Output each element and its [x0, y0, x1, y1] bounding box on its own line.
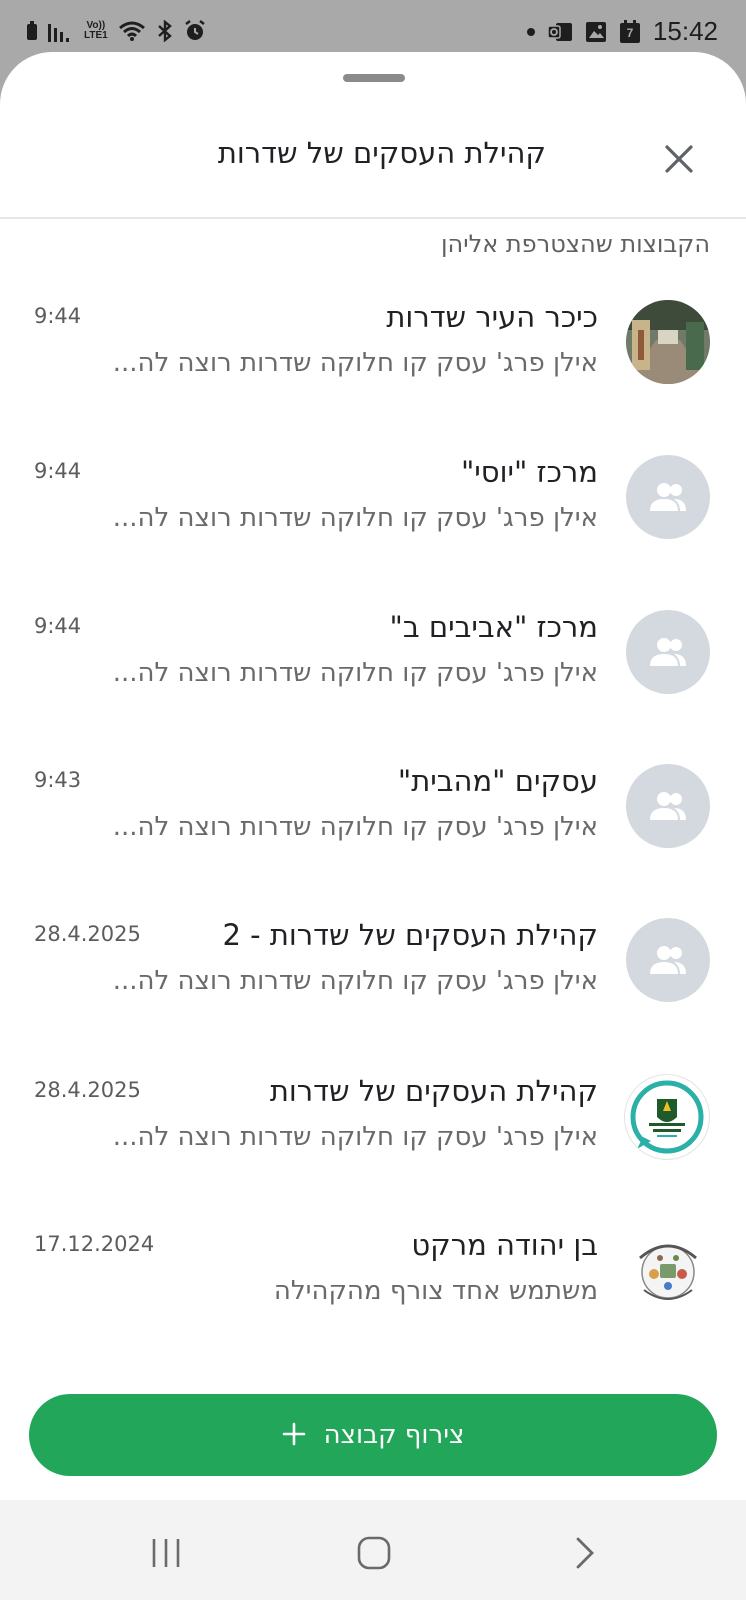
message-time: 28.4.2025: [34, 922, 141, 946]
message-time: 9:44: [34, 459, 82, 483]
system-navigation-bar: [0, 1500, 746, 1600]
list-item[interactable]: בן יהודה מרקט משתמש אחד צורף מהקהילה 17.…: [0, 1220, 746, 1350]
alarm-icon: [184, 20, 206, 42]
outlook-icon: [547, 21, 573, 43]
last-message-preview: אילן פרג' עסק קו חלוקה שדרות רוצה לה...: [112, 1122, 598, 1152]
add-group-label: צירוף קבוצה: [323, 1420, 465, 1450]
last-message-preview: אילן פרג' עסק קו חלוקה שדרות רוצה לה...: [112, 658, 598, 688]
list-item[interactable]: כיכר העיר שדרות אילן פרג' עסק קו חלוקה ש…: [0, 292, 746, 422]
battery-icon: [26, 21, 38, 41]
home-icon: [357, 1536, 391, 1570]
last-message-preview: אילן פרג' עסק קו חלוקה שדרות רוצה לה...: [112, 348, 598, 378]
message-time: 9:44: [34, 614, 82, 638]
bluetooth-icon: [156, 20, 174, 42]
community-logo-icon: [630, 1080, 704, 1154]
sheet-title: קהילת העסקים של שדרות: [217, 136, 546, 170]
list-item[interactable]: קהילת העסקים של שדרות אילן פרג' עסק קו ח…: [0, 1066, 746, 1196]
recent-apps-icon: [152, 1539, 180, 1567]
gallery-icon: [585, 21, 607, 43]
last-message-preview: אילן פרג' עסק קו חלוקה שדרות רוצה לה...: [112, 966, 598, 996]
message-time: 17.12.2024: [34, 1232, 155, 1256]
calendar-icon: 7: [619, 19, 641, 44]
last-message-preview: אילן פרג' עסק קו חלוקה שדרות רוצה לה...: [112, 812, 598, 842]
community-logo-avatar: [624, 1074, 710, 1160]
group-name: מרכז "יוסי": [460, 455, 598, 489]
lte-label: LTE1: [84, 30, 108, 41]
group-name: עסקים "מהבית": [397, 764, 598, 798]
plus-icon: [282, 1418, 306, 1452]
message-time: 9:44: [34, 304, 82, 328]
close-icon: [665, 145, 693, 173]
clock: 15:42: [652, 16, 718, 46]
group-avatar: [626, 455, 710, 539]
group-avatar: [626, 610, 710, 694]
section-label: הקבוצות שהצטרפת אליהן: [441, 230, 710, 258]
wifi-icon: [118, 20, 146, 42]
recent-apps-button[interactable]: [136, 1528, 196, 1578]
group-avatar: [626, 918, 710, 1002]
group-name: מרכז "אביבים ב": [389, 610, 598, 644]
group-name: בן יהודה מרקט: [411, 1228, 598, 1262]
group-name: קהילת העסקים של שדרות - 2: [222, 918, 598, 952]
back-chevron-icon: [576, 1537, 594, 1569]
sheet-header: קהילת העסקים של שדרות: [0, 112, 746, 212]
list-item[interactable]: קהילת העסקים של שדרות - 2 אילן פרג' עסק …: [0, 910, 746, 1040]
message-time: 9:43: [34, 768, 82, 792]
list-item[interactable]: עסקים "מהבית" אילן פרג' עסק קו חלוקה שדר…: [0, 756, 746, 886]
header-divider: [0, 217, 746, 219]
notification-dot-icon: [526, 27, 535, 36]
group-icon: [650, 792, 686, 820]
home-button[interactable]: [344, 1528, 404, 1578]
group-icon: [650, 946, 686, 974]
group-photo-avatar: [626, 300, 710, 384]
list-item[interactable]: מרכז "אביבים ב" אילן פרג' עסק קו חלוקה ש…: [0, 602, 746, 732]
close-button[interactable]: [652, 132, 706, 186]
market-logo-icon: [639, 1244, 697, 1300]
signal-icon: [48, 20, 74, 42]
volte-icon: Vo)) LTE1: [84, 21, 108, 41]
market-logo-avatar: [626, 1228, 710, 1312]
group-name: קהילת העסקים של שדרות: [269, 1074, 598, 1108]
last-message-preview: אילן פרג' עסק קו חלוקה שדרות רוצה לה...: [112, 503, 598, 533]
calendar-day: 7: [626, 25, 634, 40]
list-item[interactable]: מרכז "יוסי" אילן פרג' עסק קו חלוקה שדרות…: [0, 447, 746, 577]
bottom-sheet: קהילת העסקים של שדרות הקבוצות שהצטרפת אל…: [0, 52, 746, 1500]
drag-handle[interactable]: [343, 74, 405, 82]
group-name: כיכר העיר שדרות: [386, 300, 598, 334]
message-time: 28.4.2025: [34, 1078, 141, 1102]
group-icon: [650, 483, 686, 511]
group-avatar: [626, 764, 710, 848]
group-icon: [650, 638, 686, 666]
add-group-button[interactable]: צירוף קבוצה: [29, 1394, 717, 1476]
last-message-preview: משתמש אחד צורף מהקהילה: [273, 1276, 598, 1306]
back-button[interactable]: [554, 1528, 614, 1578]
